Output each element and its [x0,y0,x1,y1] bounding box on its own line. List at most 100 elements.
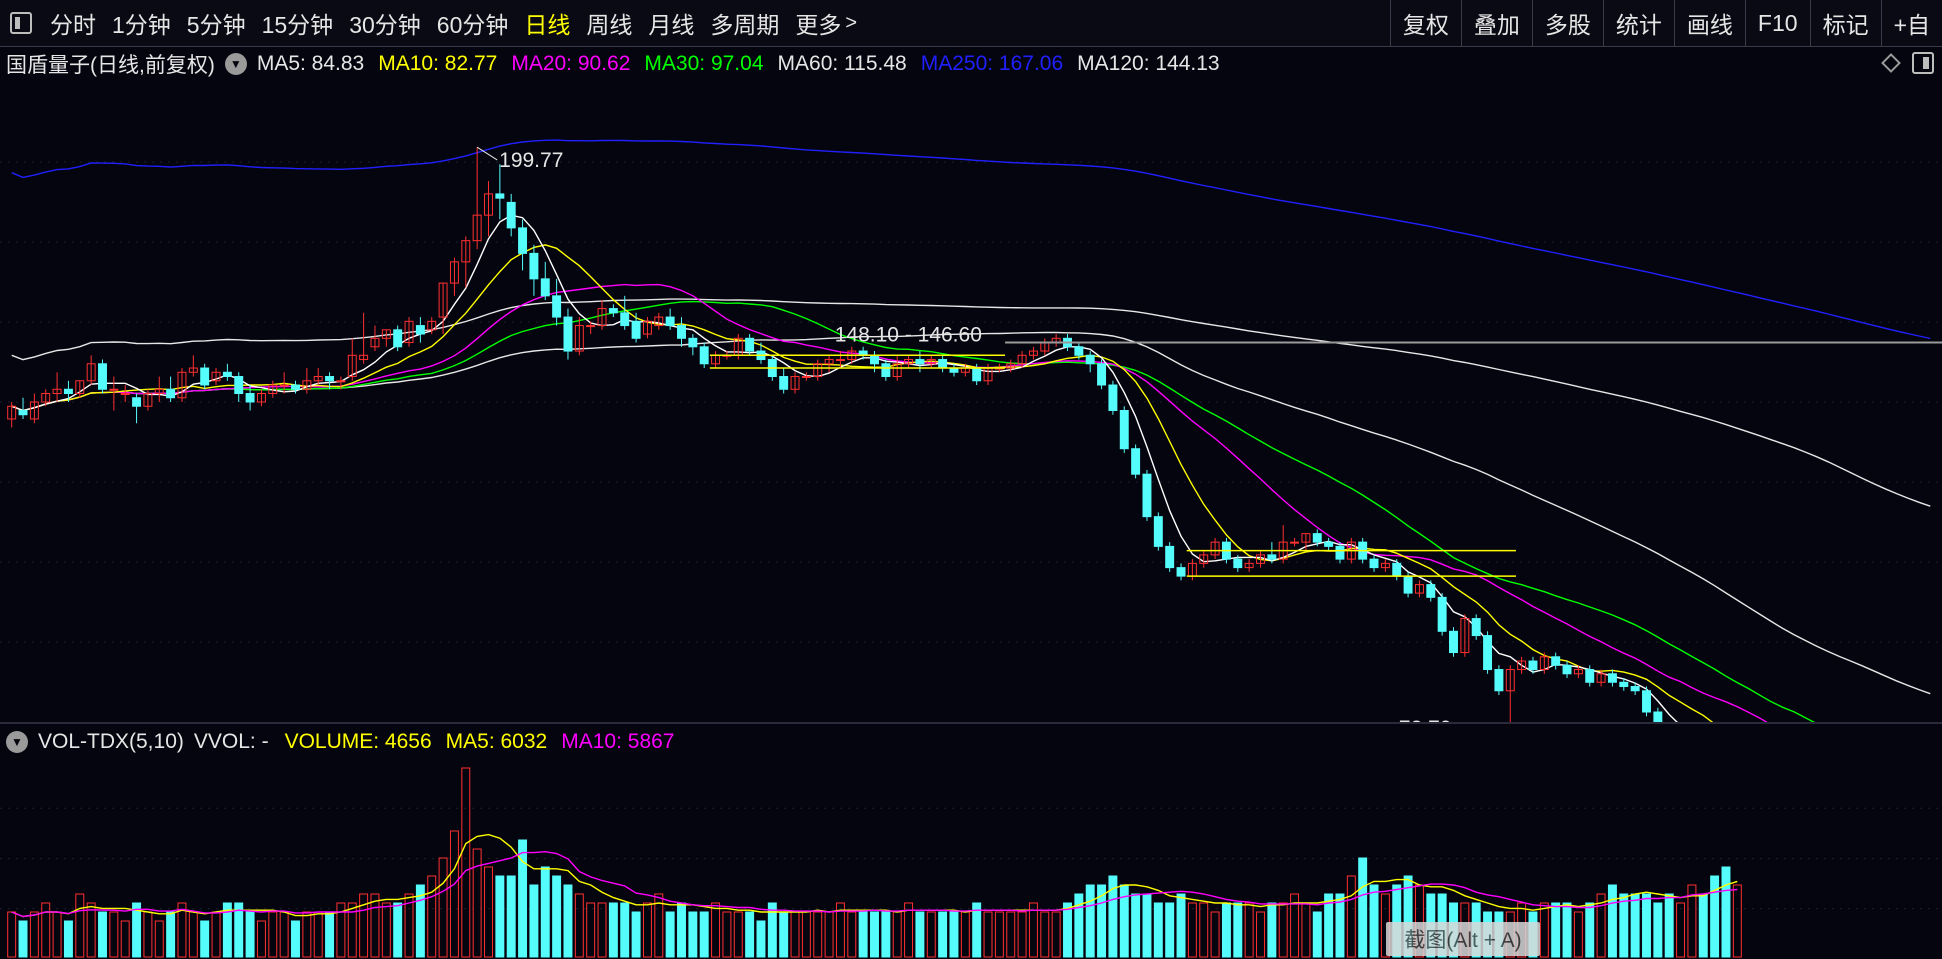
range-label: 148.10 - 146.60 [835,323,982,346]
volume-bar [994,911,1004,958]
candle-body [1653,711,1663,722]
volume-bar [1619,893,1629,958]
candle-body [620,312,630,327]
tab-9[interactable]: 多周期 [702,0,787,46]
candle-body [1494,669,1504,692]
candle-body [1528,660,1538,671]
tab-6[interactable]: 日线 [516,0,578,46]
volume-bar [631,911,641,958]
candle-body [1392,562,1402,577]
tab-8[interactable]: 月线 [640,0,702,46]
candle-body [1449,630,1458,654]
ma-legend-item: MA120: 144.13 [1077,52,1220,75]
candle-body [1585,669,1595,683]
tool-button-7[interactable]: +自 [1880,0,1942,46]
tool-button-3[interactable]: 统计 [1602,0,1674,46]
volume-bar [1085,884,1095,958]
candle-body [688,337,698,348]
volume-bar [1369,884,1379,958]
candle-body [518,227,528,254]
volume-bar [495,875,505,958]
candle-body [1630,686,1640,692]
volume-bar [449,830,459,958]
tool-button-0[interactable]: 复权 [1389,0,1461,46]
sidebar-toggle-icon[interactable] [10,12,32,34]
ma-legend-item: MA60: 115.48 [777,52,907,75]
vvol-label: VVOL: - [193,730,269,753]
volume-bar [779,911,789,958]
volume-bar [1607,884,1617,958]
volume-bar [620,902,630,958]
volume-bar [824,911,834,958]
volume-bar [506,875,516,958]
volume-bar [41,902,51,958]
chart-corner-controls [1881,52,1934,74]
tab-4[interactable]: 30分钟 [341,0,429,46]
volume-menu-icon[interactable]: ▼ [6,731,28,753]
candle-body [222,371,232,378]
tool-button-1[interactable]: 叠加 [1460,0,1532,46]
ma20-line [11,283,1768,722]
candle-body [98,363,107,390]
volume-bar [1199,902,1209,958]
volume-bar [52,911,62,958]
volume-bar [722,911,732,958]
candle-body [109,388,119,391]
volume-bar [381,902,391,958]
candle-body [586,325,596,328]
candle-body [529,252,539,280]
candle-body [1426,584,1436,598]
diamond-icon[interactable] [1881,53,1901,73]
candle-body [1142,473,1152,518]
volume-bar [801,911,811,958]
volume-bar [597,902,607,958]
panel-toggle-icon[interactable] [1912,52,1934,74]
candle-body [1369,558,1379,569]
volume-bar [256,920,266,958]
volume-chart[interactable] [0,758,1942,959]
candle-body [291,384,300,390]
volume-legend: ▼ VOL-TDX(5,10) VVOL: - VOLUME: 4656 MA5… [0,726,1942,758]
candle-body [552,295,562,318]
price-chart[interactable]: 199.7772.70148.10 - 146.60 [0,82,1942,722]
candle-body [495,193,505,199]
candle-body [699,346,709,365]
volume-bar [1312,911,1322,958]
volume-bar [813,911,823,958]
tool-button-5[interactable]: F10 [1744,0,1810,46]
tab-7[interactable]: 周线 [578,0,640,46]
tool-button-4[interactable]: 画线 [1673,0,1745,46]
tab-5[interactable]: 60分钟 [429,0,517,46]
tab-10[interactable]: 更多 > [787,0,865,46]
volume-bar [756,920,766,958]
volume-bar [370,893,380,958]
ma-legend-item: MA250: 167.06 [920,52,1064,75]
volume-bar [574,893,584,958]
tool-button-6[interactable]: 标记 [1809,0,1881,46]
chevron-right-icon: > [845,11,858,34]
volume-bar [1642,893,1651,958]
volume-bar [938,911,948,958]
candle-body [1074,346,1084,356]
volume-bar [325,911,335,958]
tab-1[interactable]: 1分钟 [104,0,179,46]
volume-bar [1278,902,1288,958]
volume-bar [1187,902,1197,958]
tab-2[interactable]: 5分钟 [179,0,254,46]
candle-body [938,359,948,369]
volume-bar [870,911,879,958]
volume-bar [1165,902,1175,958]
volume-bar [461,767,471,958]
candle-body [1233,558,1243,569]
indicator-menu-icon[interactable]: ▼ [224,53,247,75]
candle-body [563,316,573,352]
volume-bar [279,911,289,958]
screenshot-hint[interactable]: 截图(Alt + A) [1386,922,1540,956]
ma-legend-item: MA5: 84.83 [256,52,365,75]
candle-body [132,397,142,407]
tool-button-2[interactable]: 多股 [1531,0,1603,46]
tab-3[interactable]: 15分钟 [254,0,342,46]
candle-body [325,376,335,382]
volume-bar [1040,911,1050,958]
tab-0[interactable]: 分时 [42,0,104,46]
